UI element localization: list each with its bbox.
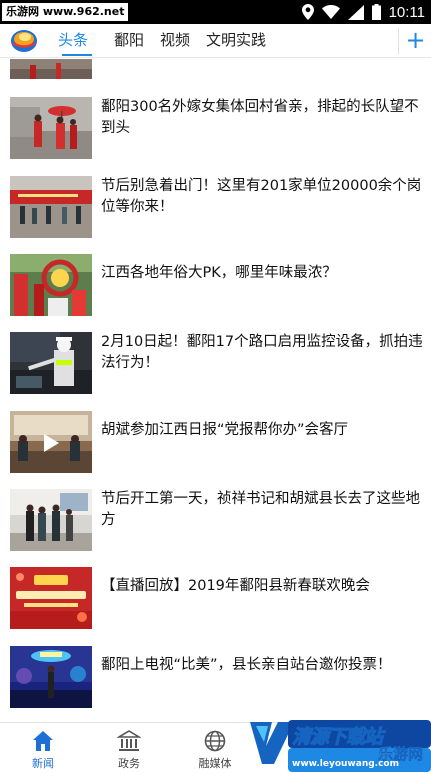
status-bar: 乐游网 www.962.net 10:11 — [0, 0, 431, 24]
list-item[interactable]: 鄱阳300名外嫁女集体回村省亲，排起的长队望不到头 — [0, 97, 431, 175]
signal-icon — [347, 4, 364, 20]
partial-thumbnail — [10, 59, 92, 79]
home-icon — [33, 731, 53, 751]
list-item[interactable]: 【直播回放】2019年鄱阳县新春联欢晚会 — [0, 567, 431, 645]
traffic-police-photo — [10, 332, 92, 394]
nav-media[interactable]: 融媒体 — [172, 723, 258, 774]
news-title[interactable]: 节后别急着出门！这里有201家单位20000余个岗位等你来！ — [101, 176, 423, 218]
list-item[interactable]: 江西各地年俗大PK，哪里年味最浓？ — [0, 254, 431, 332]
nav-news-label: 新闻 — [32, 757, 54, 770]
status-icons: 10:11 — [301, 0, 425, 24]
list-item[interactable]: 鄱阳上电视“比美”，县长亲自站台邀你投票！ — [0, 646, 431, 722]
nav-government[interactable]: 政务 — [86, 723, 172, 774]
news-list: 鄱阳300名外嫁女集体回村省亲，排起的长队望不到头 节后别急着出门！这里有201… — [0, 59, 431, 722]
top-tab-bar: 头条 鄱阳 视频 文明实践 + — [0, 24, 431, 58]
news-title[interactable]: 2月10日起！鄱阳17个路口启用监控设备，抓拍违法行为！ — [101, 332, 423, 374]
globe-icon — [204, 730, 226, 752]
watermark-label: 乐游网 www.962.net — [2, 3, 129, 21]
tab-list: 头条 鄱阳 视频 文明实践 — [58, 24, 274, 58]
government-icon — [117, 730, 141, 751]
badge-url: www.leyouwang.com — [292, 759, 399, 769]
tab-poyang[interactable]: 鄱阳 — [106, 24, 152, 58]
news-title[interactable]: 鄱阳上电视“比美”，县长亲自站台邀你投票！ — [101, 655, 423, 676]
badge-title: 清源下载站 — [291, 726, 383, 749]
clock: 10:11 — [388, 3, 425, 21]
tab-headlines[interactable]: 头条 — [58, 24, 96, 58]
list-item[interactable]: 2月10日起！鄱阳17个路口启用监控设备，抓拍违法行为！ — [0, 332, 431, 410]
news-title[interactable]: 鄱阳300名外嫁女集体回村省亲，排起的长队望不到头 — [101, 97, 423, 139]
inspection-photo — [10, 489, 92, 551]
add-tab-button[interactable]: + — [400, 24, 431, 58]
video-meeting-photo — [10, 411, 92, 473]
list-item[interactable]: 节后别急着出门！这里有201家单位20000余个岗位等你来！ — [0, 176, 431, 254]
battery-icon — [371, 4, 381, 20]
app-logo-icon[interactable] — [10, 28, 38, 54]
news-title[interactable]: 【直播回放】2019年鄱阳县新春联欢晚会 — [101, 576, 423, 597]
festival-photo — [10, 254, 92, 316]
list-item[interactable]: 节后开工第一天，祯祥书记和胡斌县长去了这些地方 — [0, 489, 431, 567]
nav-government-label: 政务 — [118, 757, 140, 770]
wedding-procession-photo — [10, 97, 92, 159]
list-item[interactable]: 胡斌参加江西日报“党报帮你办”会客厅 — [0, 411, 431, 489]
tab-video[interactable]: 视频 — [152, 24, 198, 58]
news-title[interactable]: 胡斌参加江西日报“党报帮你办”会客厅 — [101, 420, 423, 441]
topbar-divider — [398, 28, 399, 54]
tv-stage-photo — [10, 646, 92, 708]
tab-civilization[interactable]: 文明实践 — [198, 24, 274, 58]
news-title[interactable]: 江西各地年俗大PK，哪里年味最浓？ — [101, 263, 423, 284]
gala-banner-photo — [10, 567, 92, 629]
job-fair-photo — [10, 176, 92, 238]
nav-media-label: 融媒体 — [198, 757, 232, 770]
news-title[interactable]: 节后开工第一天，祯祥书记和胡斌县长去了这些地方 — [101, 489, 423, 531]
location-icon — [301, 4, 314, 20]
nav-news[interactable]: 新闻 — [0, 723, 86, 774]
wifi-icon — [321, 5, 340, 19]
play-icon[interactable] — [41, 433, 61, 453]
site-watermark-badge: 清源下载站 乐游网 www.leyouwang.com — [248, 718, 431, 774]
